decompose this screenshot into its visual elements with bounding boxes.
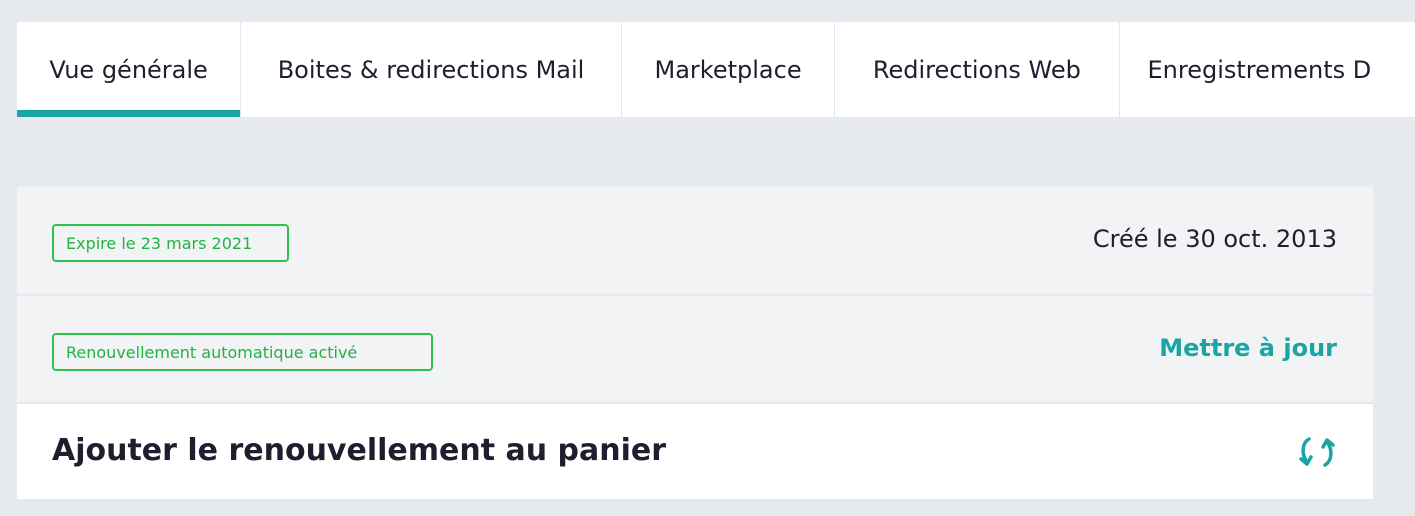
tab-label: Redirections Web [872,55,1081,84]
tab-dns-records[interactable]: Enregistrements D [1120,22,1415,117]
update-link[interactable]: Mettre à jour [1159,334,1337,362]
tab-label: Marketplace [654,55,802,84]
renewal-row: Renouvellement automatique activé Mettre… [17,296,1373,403]
tab-label: Vue générale [49,55,208,84]
expiration-row: Expire le 23 mars 2021 Créé le 30 oct. 2… [17,187,1373,295]
auto-renewal-badge: Renouvellement automatique activé [52,333,433,371]
domain-overview-page: Vue générale Boites & redirections Mail … [0,0,1415,516]
tab-label: Enregistrements D [1147,55,1372,84]
tab-overview[interactable]: Vue générale [17,22,242,117]
tab-web-redirections[interactable]: Redirections Web [835,22,1120,117]
add-renewal-to-cart-row[interactable]: Ajouter le renouvellement au panier [17,404,1373,499]
tab-mail-boxes-redirections[interactable]: Boites & redirections Mail [241,22,622,117]
refresh-icon[interactable] [1295,432,1339,472]
expiration-badge: Expire le 23 mars 2021 [52,224,289,262]
tab-marketplace[interactable]: Marketplace [622,22,836,117]
add-renewal-label: Ajouter le renouvellement au panier [52,433,667,468]
creation-date: Créé le 30 oct. 2013 [1092,225,1337,253]
tab-label: Boites & redirections Mail [277,55,585,84]
domain-summary-card: Expire le 23 mars 2021 Créé le 30 oct. 2… [17,187,1373,499]
tab-bar: Vue générale Boites & redirections Mail … [17,22,1415,117]
